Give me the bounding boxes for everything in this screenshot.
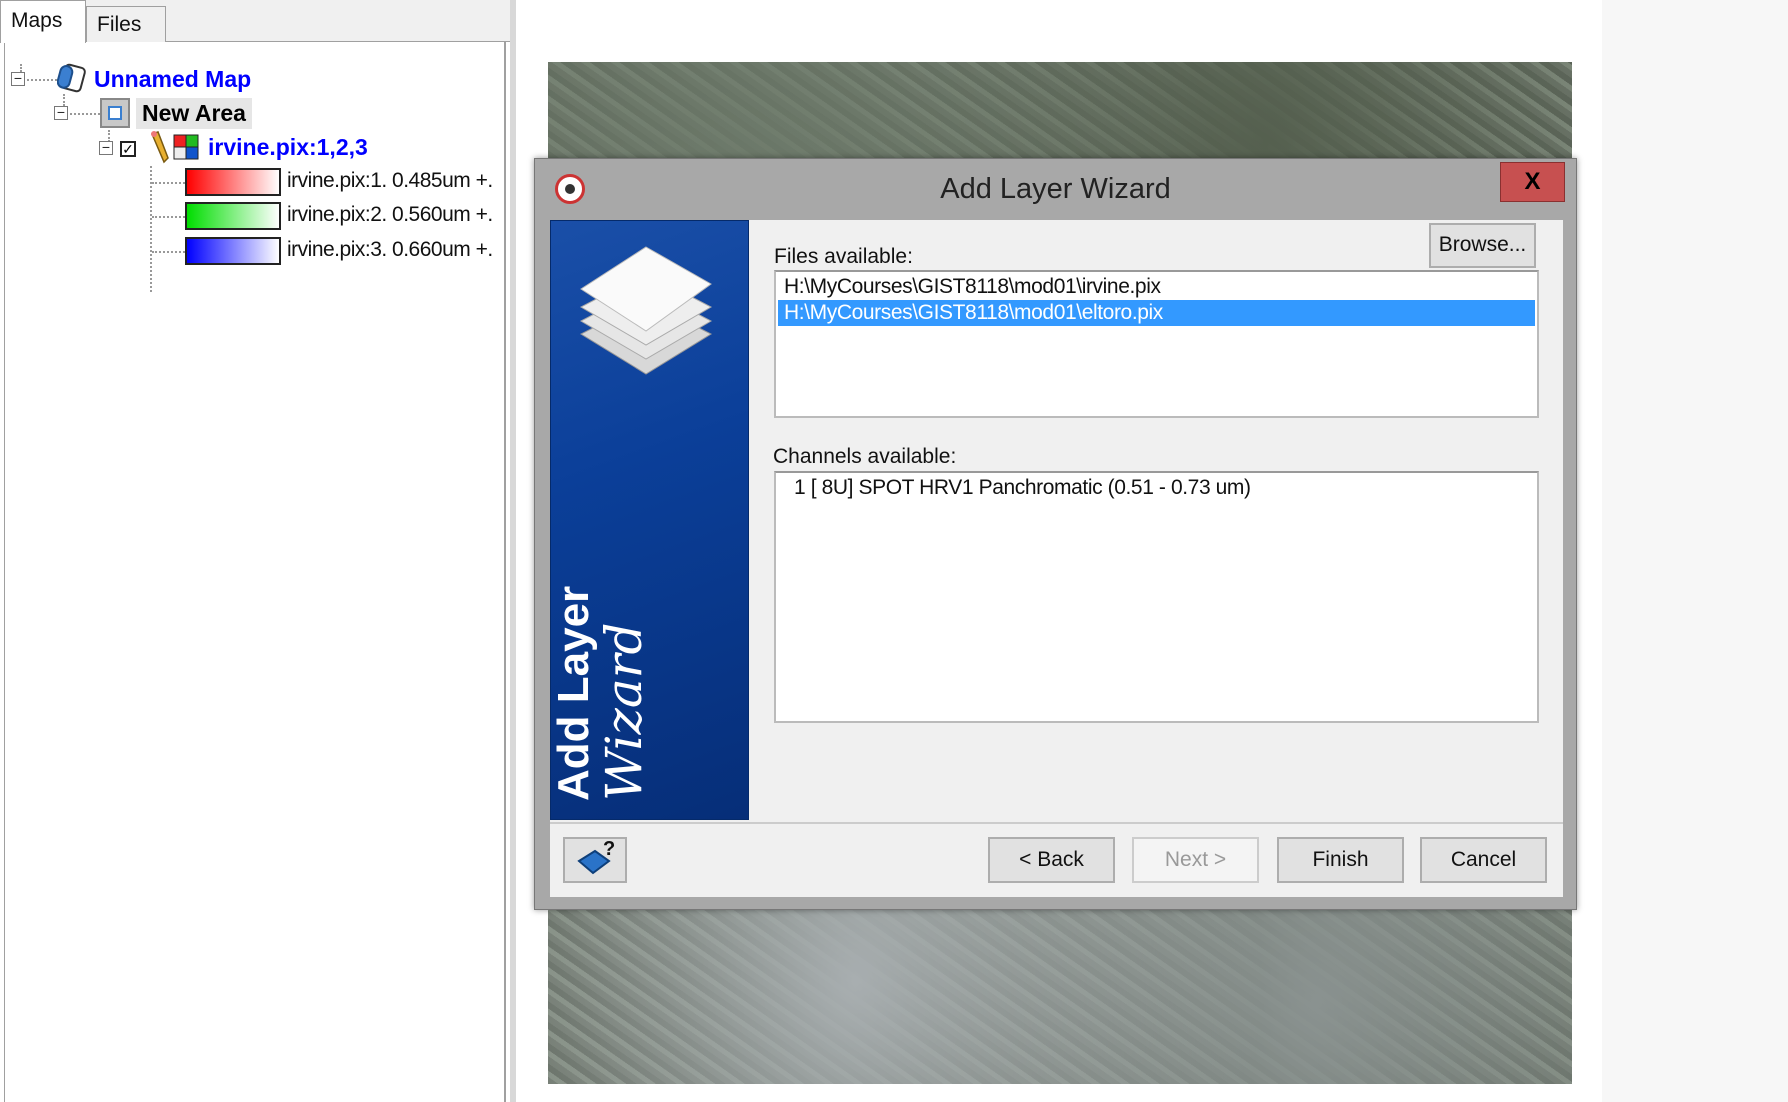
collapse-layer-toggle[interactable]: −: [99, 140, 113, 155]
file-item[interactable]: H:\MyCourses\GIST8118\mod01\irvine.pix: [778, 274, 1535, 300]
red-band-ramp: [185, 168, 281, 196]
dialog-titlebar[interactable]: Add Layer Wizard X: [535, 159, 1576, 220]
tab-maps[interactable]: Maps: [0, 0, 86, 43]
wizard-button-bar: ? < Back Next > Finish Cancel: [550, 822, 1563, 897]
wizard-banner: Add Layer Wizard: [549, 220, 749, 820]
banner-line-1: Add Layer: [549, 585, 598, 801]
area-node-label[interactable]: New Area: [136, 98, 252, 129]
help-book-icon: ?: [577, 838, 615, 875]
band-1-label[interactable]: irvine.pix:1. 0.485um +.: [287, 169, 493, 193]
map-node-label[interactable]: Unnamed Map: [94, 66, 251, 93]
collapse-area-toggle[interactable]: −: [54, 105, 68, 120]
svg-text:?: ?: [603, 839, 615, 860]
channels-listbox[interactable]: 1 [ 8U] SPOT HRV1 Panchromatic (0.51 - 0…: [774, 471, 1539, 723]
dialog-title: Add Layer Wizard: [940, 173, 1171, 205]
rgb-grid-icon: [173, 134, 199, 160]
layer-visibility-checkbox[interactable]: ✓: [120, 141, 136, 157]
browse-button[interactable]: Browse...: [1429, 223, 1536, 268]
layers-stack-icon: [579, 246, 713, 375]
channels-available-label: Channels available:: [773, 445, 957, 468]
channel-item[interactable]: 1 [ 8U] SPOT HRV1 Panchromatic (0.51 - 0…: [788, 475, 1525, 501]
files-available-label: Files available:: [774, 245, 913, 268]
banner-title: Add Layer Wizard: [549, 551, 671, 801]
band-3-label[interactable]: irvine.pix:3. 0.660um +.: [287, 238, 493, 262]
wizard-content: Files available: Browse... H:\MyCourses\…: [749, 220, 1563, 820]
layer-node-label[interactable]: irvine.pix:1,2,3: [208, 134, 368, 161]
help-button[interactable]: ?: [563, 837, 627, 883]
maps-panel: Maps Files − Unnamed Map − New Area − ✓: [0, 0, 510, 1102]
close-button[interactable]: X: [1500, 162, 1565, 202]
panel-tabs: Maps Files: [0, 0, 510, 43]
band-2-label[interactable]: irvine.pix:2. 0.560um +.: [287, 203, 493, 227]
cancel-button[interactable]: Cancel: [1420, 837, 1547, 883]
layer-tree: − Unnamed Map − New Area − ✓ irvine.pix:…: [4, 42, 506, 1102]
files-listbox[interactable]: H:\MyCourses\GIST8118\mod01\irvine.pix H…: [774, 270, 1539, 418]
area-frame-icon: [100, 98, 130, 128]
dialog-body: Add Layer Wizard Files available: Browse…: [549, 220, 1563, 897]
collapse-map-toggle[interactable]: −: [11, 71, 25, 86]
map-scroll-icon: [57, 63, 86, 93]
back-button[interactable]: < Back: [988, 837, 1115, 883]
green-band-ramp: [185, 202, 281, 230]
banner-line-2: Wizard: [595, 622, 653, 801]
blue-band-ramp: [185, 237, 281, 265]
next-button: Next >: [1132, 837, 1259, 883]
panel-splitter[interactable]: [510, 0, 516, 1102]
file-item-selected[interactable]: H:\MyCourses\GIST8118\mod01\eltoro.pix: [778, 300, 1535, 326]
add-layer-wizard-dialog: Add Layer Wizard X Add Layer Wizard File…: [534, 158, 1577, 910]
background-area: [1602, 0, 1788, 1102]
tab-files[interactable]: Files: [86, 6, 166, 42]
finish-button[interactable]: Finish: [1277, 837, 1404, 883]
pencil-icon: [150, 131, 169, 164]
